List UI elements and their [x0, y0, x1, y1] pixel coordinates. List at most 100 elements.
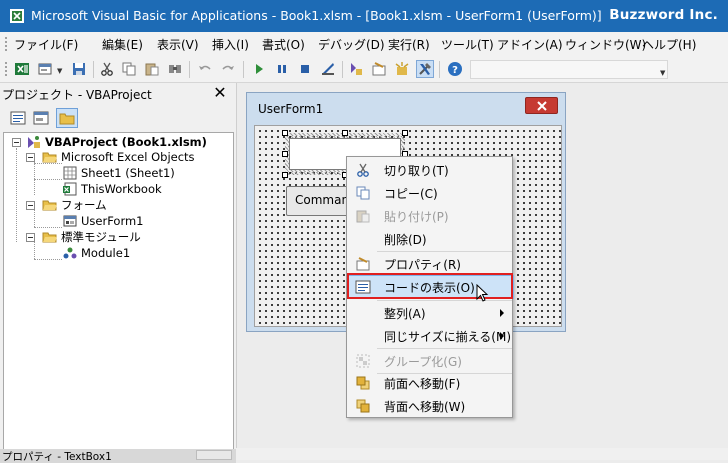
module-icon — [63, 247, 77, 259]
resize-handle[interactable] — [402, 130, 408, 136]
reset-icon[interactable] — [296, 60, 314, 78]
help-icon[interactable]: ? — [446, 60, 464, 78]
tree-connector — [34, 227, 62, 228]
toolbar-separator — [93, 61, 94, 78]
menu-tools[interactable]: ツール(T) — [441, 36, 494, 53]
vba-app-icon — [10, 9, 24, 23]
menu-item-paste[interactable]: 貼り付け(P) — [347, 204, 514, 228]
find-icon[interactable] — [166, 60, 184, 78]
tree-node-userform1[interactable]: UserForm1 — [62, 213, 144, 229]
project-tree: VBAProject (Book1.xlsm) Microsoft Excel … — [3, 132, 234, 450]
menu-edit[interactable]: 編集(E) — [102, 36, 143, 53]
resize-handle[interactable] — [282, 172, 288, 178]
work-area-bottom-edge — [236, 448, 728, 460]
tree-node-standard-modules[interactable]: 標準モジュール — [42, 229, 141, 245]
menu-addins[interactable]: アドイン(A) — [497, 36, 563, 53]
project-explorer-icon[interactable] — [347, 60, 365, 78]
menu-item-label: プロパティ(R) — [384, 258, 461, 272]
menu-item-cut[interactable]: 切り取り(T) — [347, 158, 514, 182]
excel-icon[interactable] — [13, 60, 31, 78]
menu-format[interactable]: 書式(O) — [262, 36, 305, 53]
copy-icon[interactable] — [120, 60, 138, 78]
resize-handle[interactable] — [342, 130, 348, 136]
send-to-back-icon — [356, 399, 370, 413]
close-icon[interactable]: ✕ — [211, 85, 229, 102]
tree-node-forms[interactable]: フォーム — [42, 197, 107, 213]
design-mode-icon[interactable] — [319, 60, 337, 78]
tree-node-label: フォーム — [61, 198, 107, 212]
mouse-pointer-icon — [476, 284, 489, 302]
menu-run[interactable]: 実行(R) — [388, 36, 430, 53]
object-browser-icon[interactable] — [393, 60, 411, 78]
tree-collapse-icon[interactable] — [26, 153, 35, 162]
view-code-icon[interactable] — [7, 108, 29, 128]
toolbar-separator — [189, 61, 190, 78]
resize-handle[interactable] — [282, 151, 288, 157]
tree-node-label: Sheet1 (Sheet1) — [81, 166, 175, 180]
properties-icon[interactable] — [370, 60, 388, 78]
submenu-arrow-icon — [500, 309, 504, 317]
folder-open-icon — [42, 232, 57, 243]
project-panel-title: プロジェクト - VBAProject — [2, 88, 152, 102]
close-icon[interactable] — [525, 97, 558, 114]
tree-node-sheet1[interactable]: Sheet1 (Sheet1) — [62, 165, 175, 181]
copy-icon — [356, 186, 370, 200]
menu-view[interactable]: 表示(V) — [157, 36, 199, 53]
menu-item-align[interactable]: 整列(A) — [347, 301, 514, 325]
menu-item-label: 貼り付け(P) — [384, 210, 449, 224]
resize-handle[interactable] — [282, 130, 288, 136]
menu-item-label: 切り取り(T) — [384, 164, 449, 178]
menu-bar: ファイル(F) 編集(E) 表示(V) 挿入(I) 書式(O) デバッグ(D) … — [0, 32, 728, 56]
run-icon[interactable] — [250, 60, 268, 78]
toolbar-grip[interactable] — [4, 61, 8, 78]
menubar-grip[interactable] — [4, 36, 8, 52]
menu-item-group[interactable]: グループ化(G) — [347, 349, 514, 373]
menu-insert[interactable]: 挿入(I) — [212, 36, 249, 53]
break-icon[interactable] — [273, 60, 291, 78]
menu-item-send-to-back[interactable]: 背面へ移動(W) — [347, 394, 514, 418]
commandbutton-caption: CommandB — [295, 193, 350, 207]
menu-item-delete[interactable]: 削除(D) — [347, 227, 514, 251]
tree-node-module1[interactable]: Module1 — [62, 245, 130, 261]
toolbox-icon[interactable] — [416, 60, 434, 78]
menu-window[interactable]: ウィンドウ(W) — [565, 36, 646, 53]
tree-collapse-icon[interactable] — [26, 233, 35, 242]
paste-icon[interactable] — [143, 60, 161, 78]
menu-item-label: 背面へ移動(W) — [384, 400, 466, 414]
view-object-icon[interactable] — [30, 108, 52, 128]
tree-collapse-icon[interactable] — [26, 201, 35, 210]
cut-icon[interactable] — [98, 60, 116, 78]
menu-item-label: 同じサイズに揃える(M) — [384, 330, 511, 344]
menu-item-label: グループ化(G) — [384, 355, 462, 369]
insert-dropdown-icon[interactable]: ▼ — [57, 67, 62, 75]
toggle-folders-icon[interactable] — [56, 108, 78, 128]
menu-debug[interactable]: デバッグ(D) — [318, 36, 385, 53]
menu-file[interactable]: ファイル(F) — [14, 36, 78, 53]
window-title: Microsoft Visual Basic for Applications … — [31, 8, 602, 23]
tree-node-label: 標準モジュール — [61, 230, 141, 244]
redo-icon[interactable] — [219, 60, 237, 78]
menu-item-copy[interactable]: コピー(C) — [347, 181, 514, 205]
folder-open-icon — [42, 200, 57, 211]
save-icon[interactable] — [70, 60, 88, 78]
tree-node-vbaproject[interactable]: VBAProject (Book1.xlsm) — [26, 134, 207, 150]
tree-collapse-icon[interactable] — [12, 138, 21, 147]
properties-panel-title: プロパティ - TextBox1 — [2, 451, 112, 463]
tree-node-thisworkbook[interactable]: ThisWorkbook — [62, 181, 162, 197]
tree-connector — [34, 210, 35, 227]
menu-item-bring-to-front[interactable]: 前面へ移動(F) — [347, 371, 514, 395]
properties-object-dropdown[interactable] — [196, 450, 232, 460]
menu-help[interactable]: ヘルプ(H) — [642, 36, 696, 53]
commandbutton1[interactable]: CommandB — [286, 186, 350, 216]
toolbar-separator — [243, 61, 244, 78]
toolbar-options-icon[interactable]: ▼ — [660, 69, 665, 77]
menu-item-make-same-size[interactable]: 同じサイズに揃える(M) — [347, 324, 514, 348]
workbook-icon — [63, 182, 77, 196]
project-panel-header: プロジェクト - VBAProject ✕ — [0, 83, 236, 104]
svg-text:?: ? — [452, 65, 458, 76]
tree-node-excel-objects[interactable]: Microsoft Excel Objects — [42, 149, 195, 165]
insert-userform-icon[interactable] — [36, 60, 54, 78]
toolbar-separator — [439, 61, 440, 78]
submenu-arrow-icon — [500, 332, 504, 340]
undo-icon[interactable] — [196, 60, 214, 78]
